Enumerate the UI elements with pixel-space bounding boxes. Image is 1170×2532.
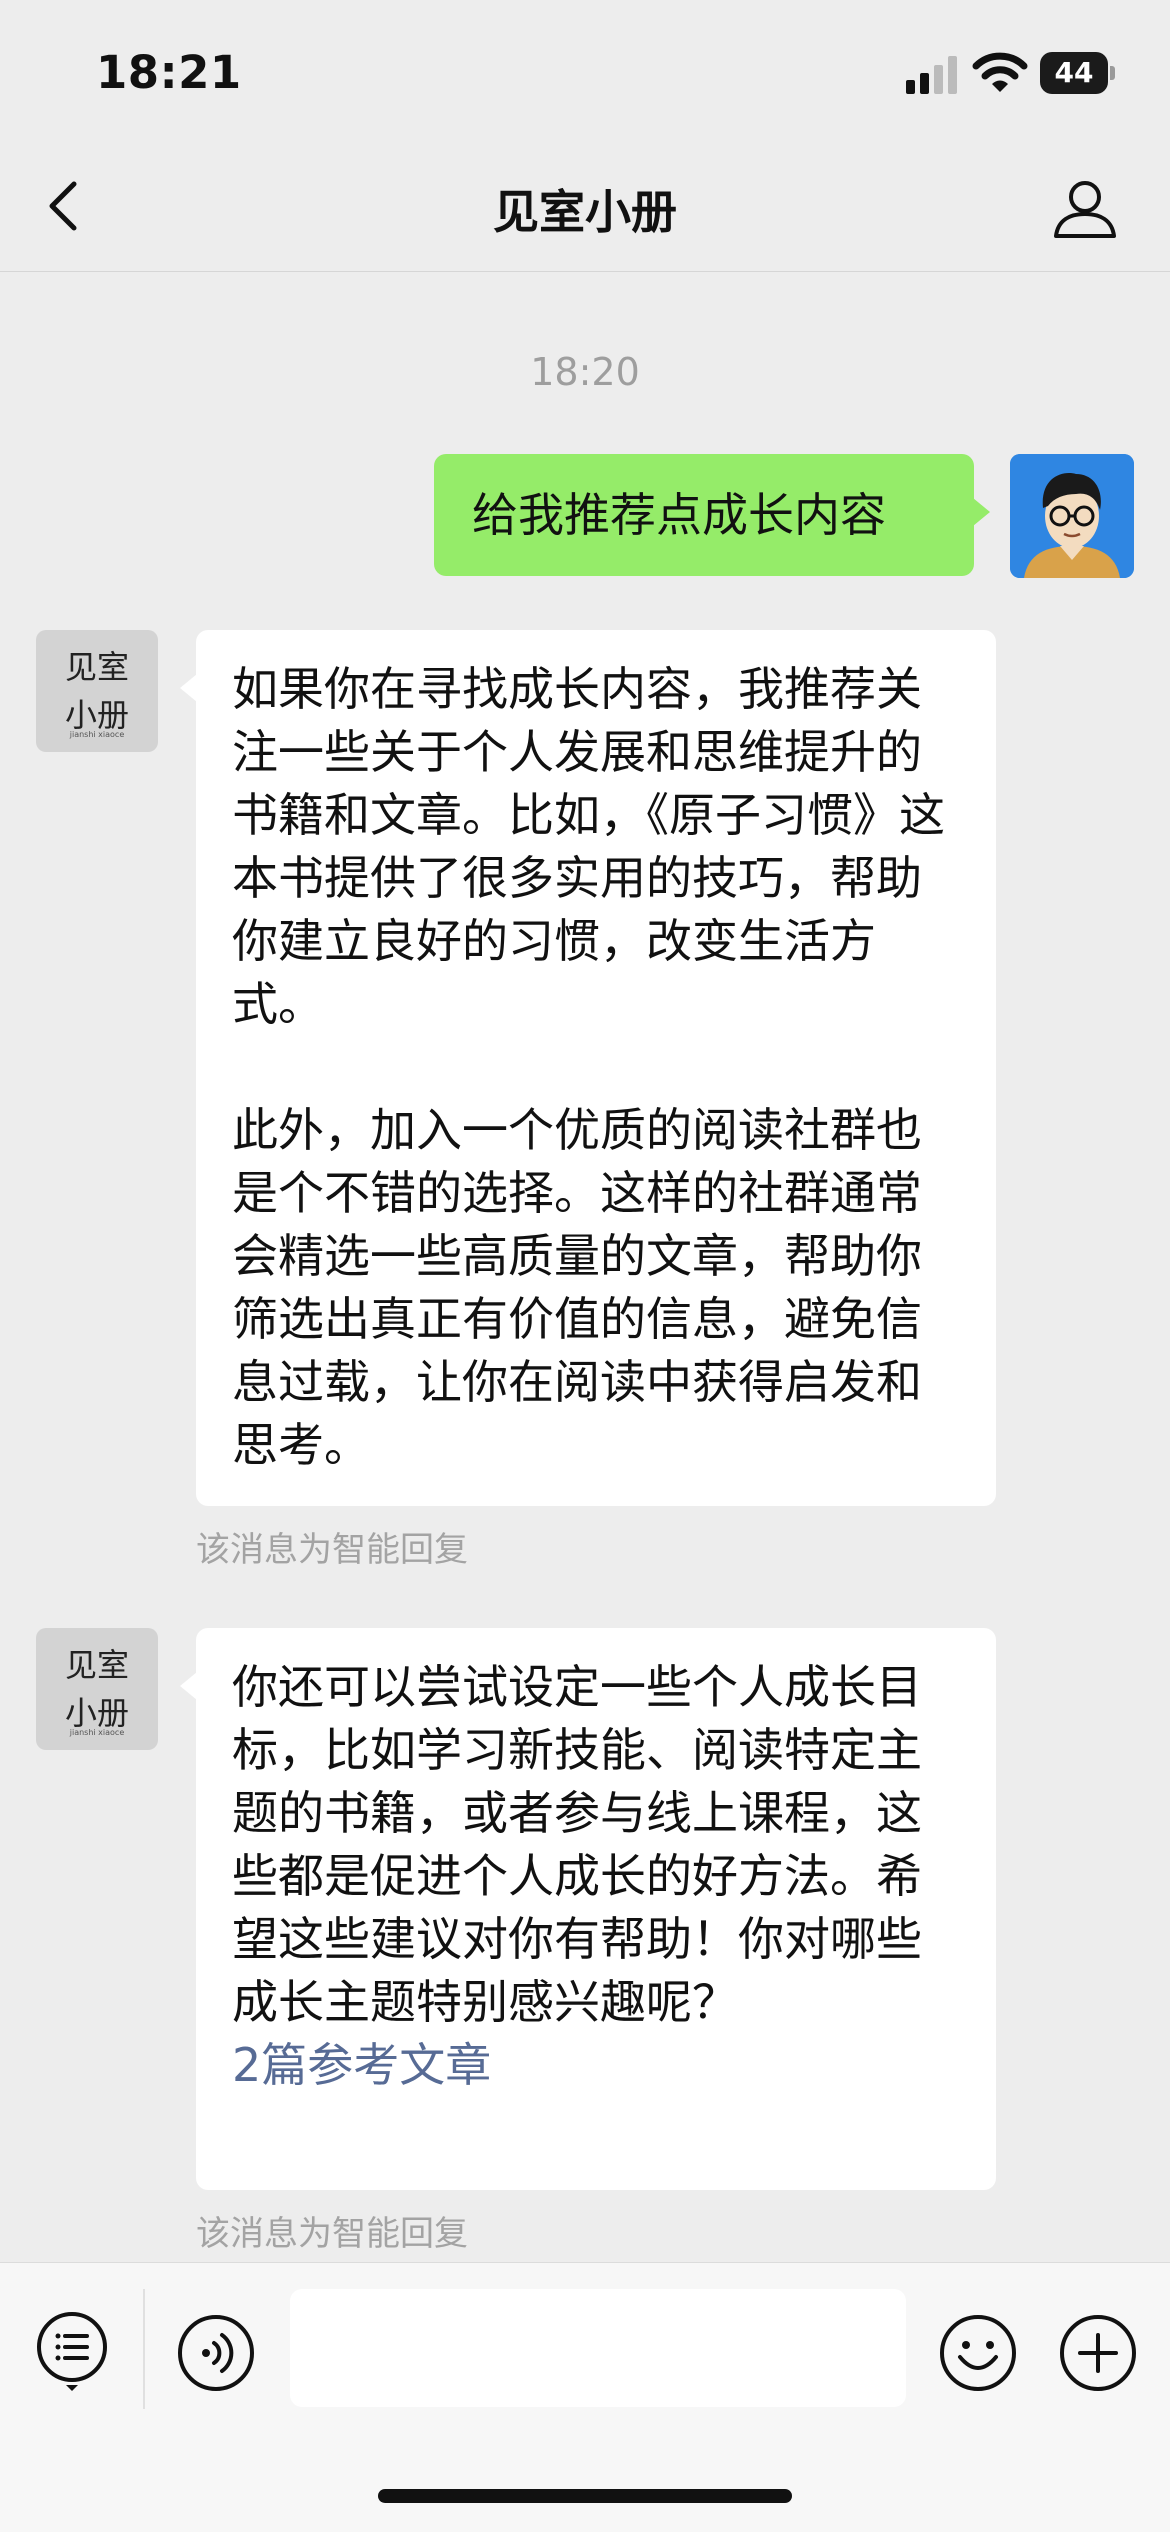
bot-avatar[interactable]: 见室 小册 jianshi xiaoce	[36, 1628, 158, 1750]
input-bar	[0, 2262, 1170, 2532]
bot-avatar-line1: 见室	[64, 648, 129, 686]
message-paragraph: 此外，加入一个优质的阅读社群也是个不错的选择。这样的社群通常会精选一些高质量的文…	[232, 1103, 922, 1472]
page-title: 见室小册	[493, 185, 677, 239]
user-avatar[interactable]	[1010, 454, 1134, 578]
home-indicator[interactable]	[378, 2489, 792, 2503]
incoming-message[interactable]: 如果你在寻找成长内容，我推荐关注一些关于个人发展和思维提升的书籍和文章。比如，《…	[180, 630, 996, 1506]
ai-reply-note: 该消息为智能回复	[196, 1530, 468, 1570]
incoming-message[interactable]: 你还可以尝试设定一些个人成长目标，比如学习新技能、阅读特定主题的书籍，或者参与线…	[180, 1628, 996, 2190]
ai-reply-note: 该消息为智能回复	[196, 2214, 468, 2254]
message-paragraph: 如果你在寻找成长内容，我推荐关注一些关于个人发展和思维提升的书籍和文章。比如，《…	[232, 662, 945, 1031]
input-bar-divider	[143, 2289, 145, 2409]
chat-screen: 18:21 44 见室小册 18:20 给我推荐点成长内容 见室 小册 jian…	[0, 0, 1170, 2532]
plus-icon[interactable]	[1058, 2313, 1138, 2393]
status-bar: 18:21 44	[0, 0, 1170, 140]
bot-avatar[interactable]: 见室 小册 jianshi xiaoce	[36, 630, 158, 752]
reference-articles-link[interactable]: 2篇参考文章	[232, 2034, 966, 2097]
chat-timestamp: 18:20	[530, 350, 640, 394]
battery-level: 44	[1054, 56, 1094, 89]
wifi-icon	[972, 52, 1028, 92]
bot-avatar-line1: 见室	[64, 1646, 129, 1684]
outgoing-message[interactable]: 给我推荐点成长内容	[434, 454, 990, 576]
voice-icon[interactable]	[176, 2313, 256, 2393]
bot-avatar-sub: jianshi xiaoce	[69, 1728, 125, 1737]
nav-bar: 见室小册	[0, 140, 1170, 272]
menu-list-icon[interactable]	[34, 2309, 110, 2393]
status-time: 18:21	[96, 46, 242, 99]
message-input[interactable]	[290, 2289, 906, 2407]
bot-avatar-sub: jianshi xiaoce	[69, 730, 125, 739]
person-icon[interactable]	[1052, 178, 1118, 240]
signal-icon	[906, 56, 957, 94]
message-paragraph: 你还可以尝试设定一些个人成长目标，比如学习新技能、阅读特定主题的书籍，或者参与线…	[232, 1660, 922, 2029]
battery-icon: 44	[1040, 52, 1115, 94]
user-avatar-image	[1010, 454, 1134, 578]
emoji-icon[interactable]	[938, 2313, 1018, 2393]
